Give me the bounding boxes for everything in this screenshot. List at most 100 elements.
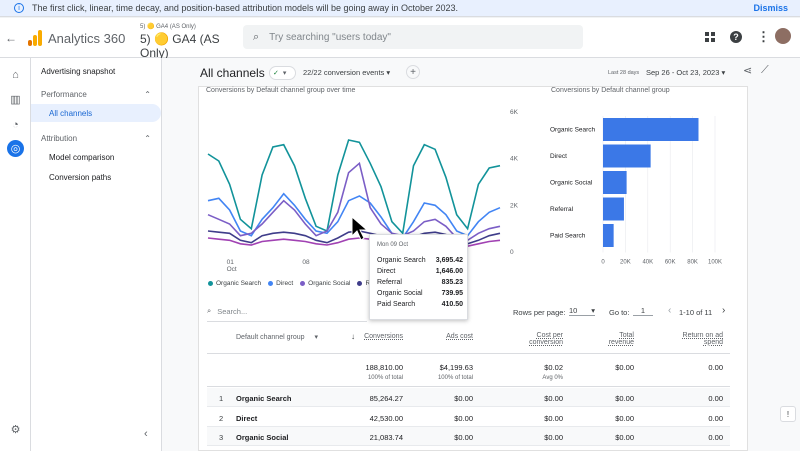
- chart-tooltip: Mon 09 Oct Organic Search 3,695.42 Direct 1…: [369, 234, 468, 320]
- x-tick-label: 20K: [620, 260, 631, 266]
- category-label: Organic Social: [550, 180, 593, 187]
- rows-per-page-value: 10: [569, 306, 578, 315]
- bar-organic-search[interactable]: [603, 118, 699, 141]
- feedback-icon[interactable]: !: [780, 406, 796, 422]
- nav-section-performance[interactable]: Performance ⌃: [31, 85, 161, 103]
- legend-item[interactable]: Organic Social: [300, 280, 350, 287]
- legend-dot-icon: [300, 281, 306, 286]
- tooltip-date: Mon 09 Oct: [377, 242, 409, 248]
- conversion-events-selector[interactable]: 22/22 conversion events ▾: [303, 68, 390, 77]
- x-tick-label: 08: [302, 259, 310, 266]
- explore-icon[interactable]: ◔: [7, 116, 24, 133]
- col-cost-per-conversion-line1: Cost per: [536, 332, 563, 339]
- help-icon[interactable]: ?: [730, 31, 742, 43]
- row-cell-cpc: $0.00: [544, 413, 563, 423]
- settings-gear-icon[interactable]: ⚙: [7, 421, 24, 438]
- dismiss-button[interactable]: Dismiss: [753, 3, 788, 13]
- insights-icon[interactable]: ⟋: [761, 64, 769, 77]
- x-tick-label: 40K: [642, 260, 653, 266]
- more-vert-icon[interactable]: ⋮: [757, 29, 770, 45]
- y-tick-label: 2K: [510, 202, 519, 209]
- col-return-on-ad-spend[interactable]: Return on ad spend: [660, 332, 723, 346]
- category-label: Organic Search: [550, 127, 596, 134]
- legend-label: Organic Search: [216, 280, 262, 287]
- legend-item[interactable]: Direct: [268, 280, 293, 287]
- status-check-chip[interactable]: ✓ ▾: [269, 66, 296, 80]
- col-cost-per-conversion[interactable]: Cost per conversion: [503, 332, 563, 346]
- total-cost-per-conversion: $0.02 Avg 0%: [503, 363, 563, 381]
- mouse-cursor-icon: [351, 216, 369, 241]
- tooltip-row-label: Organic Social: [377, 290, 423, 297]
- date-range-picker[interactable]: Sep 26 - Oct 23, 2023 ▾: [646, 68, 725, 77]
- previous-page-icon[interactable]: ‹: [668, 305, 671, 316]
- col-total-revenue-line2: revenue: [608, 339, 634, 346]
- chevron-down-icon: ▾: [591, 306, 595, 315]
- bar-referral[interactable]: [603, 197, 624, 221]
- nav-section-attribution-label: Attribution: [41, 133, 78, 143]
- row-channel-name[interactable]: Organic Social: [236, 433, 289, 442]
- add-comparison-button[interactable]: +: [406, 65, 420, 79]
- apps-grid-icon[interactable]: [705, 32, 716, 43]
- row-channel-name[interactable]: Direct: [236, 414, 257, 423]
- row-index: 1: [219, 394, 224, 403]
- pagination-label: 1-10 of 11: [679, 308, 713, 317]
- total-conversions: 188,810.00 100% of total: [343, 363, 403, 381]
- bar-organic-social[interactable]: [603, 171, 627, 194]
- conversion-events-label: 22/22 conversion events: [303, 68, 385, 77]
- search-icon: ⌕: [253, 30, 260, 43]
- reports-icon[interactable]: ▥: [7, 91, 24, 108]
- category-label: Direct: [550, 153, 567, 160]
- tooltip-row: Paid Search 410.50: [377, 301, 463, 308]
- legend-item[interactable]: Organic Search: [208, 280, 261, 287]
- check-circle-icon: ✓: [273, 70, 279, 77]
- total-revenue-value: $0.00: [615, 363, 634, 372]
- col-cost-per-conversion-line2: conversion: [529, 339, 563, 346]
- total-conversions-sub: 100% of total: [367, 375, 403, 381]
- legend-dot-icon: [268, 281, 274, 286]
- back-arrow-icon[interactable]: ←: [5, 31, 17, 45]
- col-ads-cost[interactable]: Ads cost: [423, 333, 473, 340]
- col-conversions[interactable]: Conversions: [359, 333, 403, 340]
- goto-input[interactable]: 1: [633, 306, 653, 316]
- tooltip-row: Organic Search 3,695.42: [377, 257, 463, 264]
- sort-descending-icon: ↓: [351, 332, 355, 341]
- total-conversions-value: 188,810.00: [365, 363, 403, 372]
- nav-section-attribution[interactable]: Attribution ⌃: [31, 129, 161, 147]
- info-icon: i: [14, 3, 24, 13]
- search-icon: ⌕: [207, 306, 212, 315]
- dimension-header[interactable]: Default channel group ▾: [236, 333, 318, 341]
- row-channel-name[interactable]: Organic Search: [236, 394, 291, 403]
- goto-label: Go to:: [609, 308, 630, 317]
- line-chart-title: Conversions by Default channel group ove…: [206, 87, 356, 94]
- bar-paid-search[interactable]: [603, 224, 614, 247]
- avatar[interactable]: [775, 28, 791, 44]
- total-cpc-value: $0.02: [544, 363, 563, 372]
- table-search[interactable]: ⌕ Search...: [207, 306, 367, 316]
- category-label: Paid Search: [550, 233, 586, 240]
- search-bar[interactable]: ⌕ Try searching "users today": [243, 25, 583, 49]
- nav-model-comparison[interactable]: Model comparison: [31, 148, 161, 166]
- col-total-revenue[interactable]: Total revenue: [580, 332, 634, 346]
- page-title: All channels: [200, 66, 265, 80]
- side-navigation: Advertising snapshot Performance ⌃ All c…: [31, 58, 162, 451]
- app-name: Analytics 360: [48, 31, 126, 46]
- bar-direct[interactable]: [603, 144, 651, 168]
- row-cell-roas: 0.00: [708, 413, 723, 423]
- collapse-nav-icon[interactable]: ‹: [144, 428, 148, 440]
- next-page-icon[interactable]: ›: [722, 305, 725, 316]
- table-search-placeholder: Search...: [217, 306, 248, 316]
- total-ads-cost-value: $4,199.63: [439, 363, 473, 372]
- col-roas-line1: Return on ad: [682, 332, 723, 339]
- y-tick-label: 4K: [510, 156, 519, 163]
- row-cell-cost: $0.00: [454, 394, 473, 403]
- nav-conversion-paths[interactable]: Conversion paths: [31, 168, 161, 186]
- property-selector[interactable]: 5) 🟡 GA4 (AS Only) 5) 🟡 GA4 (AS Only): [140, 23, 240, 60]
- nav-advertising-snapshot[interactable]: Advertising snapshot: [31, 62, 161, 80]
- home-icon[interactable]: ⌂: [7, 66, 24, 83]
- advertising-icon[interactable]: ◎: [7, 140, 24, 157]
- legend-dot-icon: [357, 281, 363, 286]
- share-icon[interactable]: ⋖: [743, 64, 752, 77]
- nav-all-channels[interactable]: All channels: [31, 104, 161, 122]
- tooltip-row-value: 3,695.42: [435, 257, 463, 264]
- rows-per-page-select[interactable]: 10 ▾: [569, 306, 595, 316]
